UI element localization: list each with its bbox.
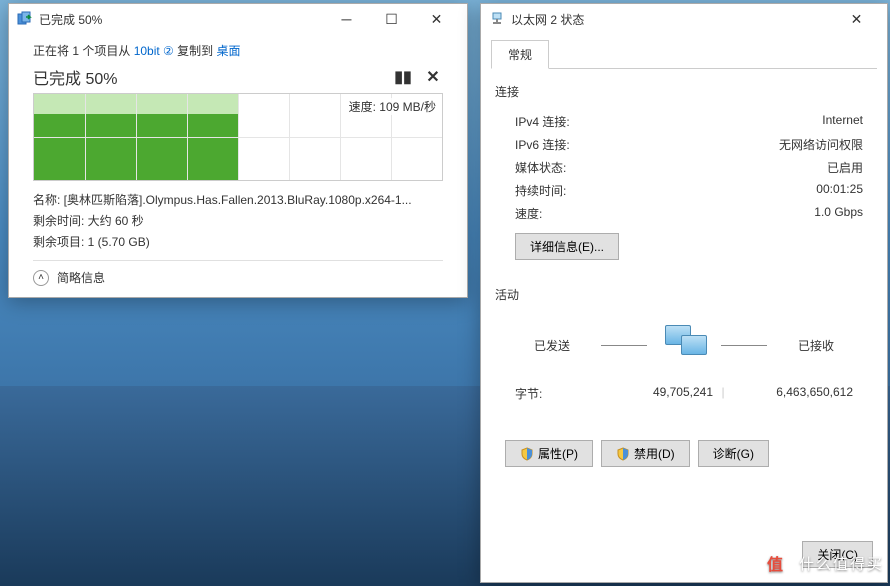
progress-text: 已完成 50% xyxy=(33,65,117,89)
copy-titlebar[interactable]: 已完成 50% ─ ☐ ✕ xyxy=(9,4,467,34)
properties-button[interactable]: 属性(P) xyxy=(505,440,593,467)
tab-row: 常规 xyxy=(491,40,877,69)
copy-window-title: 已完成 50% xyxy=(39,11,324,28)
ipv6-label: IPv6 连接: xyxy=(515,136,779,153)
sent-label: 已发送 xyxy=(515,337,589,354)
collapse-toggle[interactable]: ˄ 简略信息 xyxy=(33,269,443,286)
media-value: 已启用 xyxy=(827,159,863,176)
eth-titlebar[interactable]: 以太网 2 状态 ✕ xyxy=(481,4,887,34)
tab-general[interactable]: 常规 xyxy=(491,40,549,69)
cancel-button[interactable]: ✕ xyxy=(423,67,443,87)
speed-value: 1.0 Gbps xyxy=(814,205,863,222)
bytes-recv-value: 6,463,650,612 xyxy=(733,385,853,402)
speed-label: 速度: 109 MB/秒 xyxy=(347,98,438,115)
ipv6-value: 无网络访问权限 xyxy=(779,136,863,153)
ipv4-label: IPv4 连接: xyxy=(515,113,822,130)
chevron-up-icon: ˄ xyxy=(33,270,49,286)
activity-visualization: 已发送 已接收 xyxy=(495,313,873,377)
source-link[interactable]: 10bit ② xyxy=(134,44,174,58)
details-button[interactable]: 详细信息(E)... xyxy=(515,233,619,260)
dest-link[interactable]: 桌面 xyxy=(216,44,240,58)
minimize-button[interactable]: ─ xyxy=(324,5,369,33)
ipv4-value: Internet xyxy=(822,113,863,130)
bytes-label: 字节: xyxy=(515,385,593,402)
remaining-time-line: 剩余时间: 大约 60 秒 xyxy=(33,212,443,229)
activity-group-title: 活动 xyxy=(495,286,873,303)
watermark-icon: 值 xyxy=(759,546,793,580)
bytes-sent-value: 49,705,241 xyxy=(593,385,713,402)
speed-label: 速度: xyxy=(515,205,814,222)
maximize-button[interactable]: ☐ xyxy=(369,5,414,33)
pause-button[interactable]: ▮▮ xyxy=(393,67,413,87)
media-label: 媒体状态: xyxy=(515,159,827,176)
close-button[interactable]: ✕ xyxy=(414,5,459,33)
copy-description: 正在将 1 个项目从 10bit ② 复制到 桌面 xyxy=(33,42,443,59)
shield-icon xyxy=(520,447,534,461)
recv-label: 已接收 xyxy=(779,337,853,354)
copy-progress-window: 已完成 50% ─ ☐ ✕ 正在将 1 个项目从 10bit ② 复制到 桌面 … xyxy=(8,3,468,298)
duration-value: 00:01:25 xyxy=(816,182,863,199)
file-name-line: 名称: [奥林匹斯陷落].Olympus.Has.Fallen.2013.Blu… xyxy=(33,191,443,208)
shield-icon xyxy=(616,447,630,461)
divider xyxy=(33,260,443,261)
activity-line xyxy=(721,345,767,346)
activity-line xyxy=(601,345,647,346)
network-icon xyxy=(489,11,505,27)
network-computers-icon xyxy=(659,325,709,365)
collapse-label: 简略信息 xyxy=(57,269,105,286)
copy-window-icon xyxy=(17,11,33,27)
remaining-items-line: 剩余项目: 1 (5.70 GB) xyxy=(33,233,443,250)
watermark: 值 什么值得买 xyxy=(759,546,884,580)
watermark-text: 什么值得买 xyxy=(799,553,884,574)
disable-button[interactable]: 禁用(D) xyxy=(601,440,690,467)
duration-label: 持续时间: xyxy=(515,182,816,199)
diagnose-button[interactable]: 诊断(G) xyxy=(698,440,769,467)
transfer-graph: 速度: 109 MB/秒 xyxy=(33,93,443,181)
ethernet-status-window: 以太网 2 状态 ✕ 常规 连接 IPv4 连接:Internet IPv6 连… xyxy=(480,3,888,583)
connection-group-title: 连接 xyxy=(495,83,873,100)
eth-close-button[interactable]: ✕ xyxy=(834,5,879,33)
eth-window-title: 以太网 2 状态 xyxy=(511,11,834,28)
